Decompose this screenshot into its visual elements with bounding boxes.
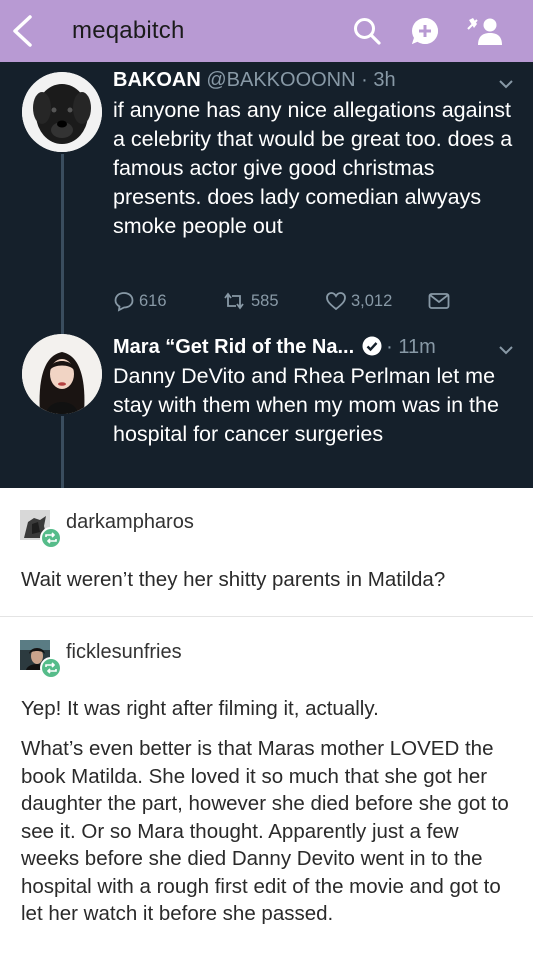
reblog-text: Wait weren’t they her shitty parents in … bbox=[21, 568, 446, 591]
reblog-user-ficklesunfries[interactable]: ficklesunfries bbox=[20, 640, 280, 680]
tweet-text: if anyone has any nice allegations again… bbox=[113, 98, 513, 238]
top-bar: meqabitch bbox=[0, 0, 533, 62]
tweet-time: · 11m bbox=[386, 336, 436, 358]
tweet-display-name[interactable]: BAKOAN bbox=[113, 69, 201, 91]
reply-icon bbox=[114, 292, 134, 312]
profile-photo-image bbox=[22, 334, 102, 414]
reblog-username[interactable]: darkampharos bbox=[66, 511, 194, 534]
reblog-text: Yep! It was right after filming it, actu… bbox=[21, 697, 379, 720]
search-icon[interactable] bbox=[352, 16, 382, 46]
blog-name[interactable]: meqabitch bbox=[72, 17, 185, 45]
like-count: 3,012 bbox=[351, 291, 393, 310]
verified-badge-icon bbox=[362, 336, 382, 356]
tweet-handle-time: @BAKKOOONN · 3h bbox=[206, 69, 396, 91]
retweet-action[interactable]: 585 bbox=[221, 288, 279, 314]
reblog-icon bbox=[40, 527, 62, 549]
retweet-icon bbox=[224, 292, 244, 310]
back-chevron-icon[interactable] bbox=[8, 14, 36, 48]
heart-icon bbox=[326, 292, 346, 311]
reblog-user-darkampharos[interactable]: darkampharos bbox=[20, 510, 280, 550]
envelope-icon bbox=[428, 293, 450, 309]
reblog-icon bbox=[40, 657, 62, 679]
chevron-down-icon[interactable] bbox=[498, 344, 514, 356]
retweet-count: 585 bbox=[251, 291, 279, 310]
message-action[interactable] bbox=[427, 288, 455, 314]
tweet-display-name[interactable]: Mara “Get Rid of the Na... bbox=[113, 336, 354, 358]
thread-line bbox=[61, 154, 64, 334]
divider bbox=[0, 616, 533, 617]
like-action[interactable]: 3,012 bbox=[325, 288, 392, 314]
avatar[interactable] bbox=[22, 334, 102, 414]
tweet-text: Danny DeVito and Rhea Perlman let me sta… bbox=[113, 364, 499, 446]
dog-avatar-image bbox=[22, 72, 102, 152]
tweet-header: BAKOAN @BAKKOOONN · 3h bbox=[113, 69, 396, 92]
reply-action[interactable]: 616 bbox=[113, 288, 167, 314]
reblog-text: What’s even better is that Maras mother … bbox=[21, 737, 509, 925]
follow-icon[interactable] bbox=[466, 16, 502, 46]
avatar[interactable] bbox=[22, 72, 102, 152]
thread-line bbox=[61, 416, 64, 488]
reblog-username[interactable]: ficklesunfries bbox=[66, 641, 182, 664]
chevron-down-icon[interactable] bbox=[498, 78, 514, 90]
compose-icon[interactable] bbox=[410, 16, 440, 46]
embedded-tweets: BAKOAN @BAKKOOONN · 3h if anyone has any… bbox=[0, 62, 533, 488]
tweet-header: Mara “Get Rid of the Na... · 11m bbox=[113, 336, 436, 359]
reply-count: 616 bbox=[139, 291, 167, 310]
